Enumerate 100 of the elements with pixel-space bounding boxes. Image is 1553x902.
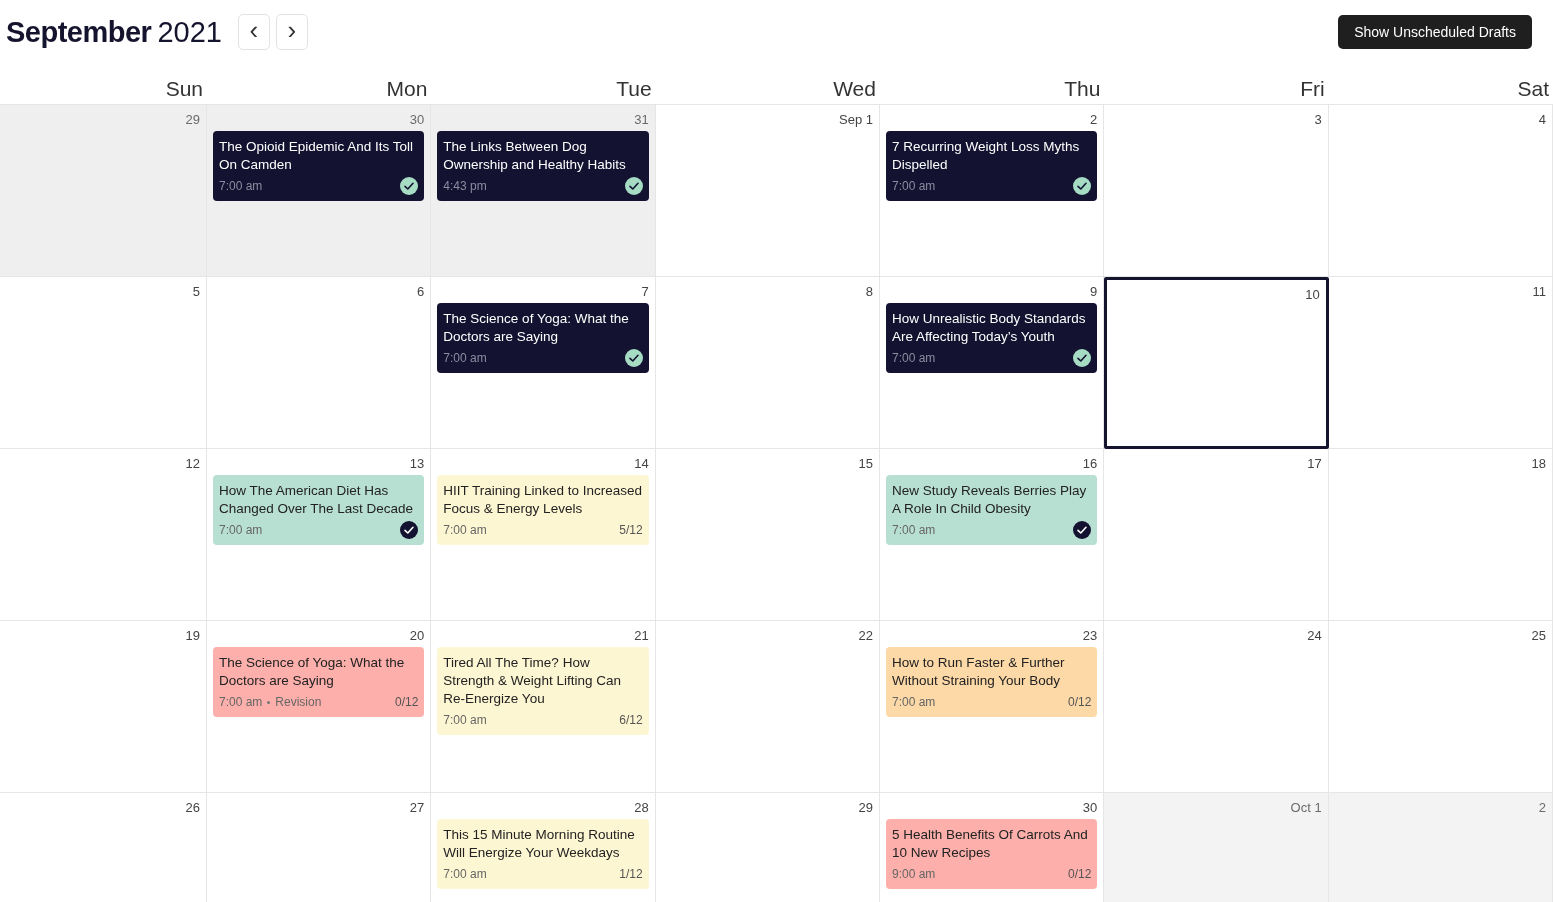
day-cell[interactable]: 23 How to Run Faster & Further Without Straining Your Body 7:00 am 0/12 xyxy=(880,621,1105,793)
weekday-label: Sat xyxy=(1517,77,1549,101)
post-card[interactable]: 5 Health Benefits Of Carrots And 10 New Recipes 9:00 am 0/12 xyxy=(886,819,1098,889)
day-cell[interactable]: 6 xyxy=(207,277,432,449)
day-number: 11 xyxy=(1532,284,1546,298)
post-title: 7 Recurring Weight Loss Myths Dispelled xyxy=(892,138,1081,174)
day-cell[interactable]: 9 How Unrealistic Body Standards Are Affecting Today’s Youth 7:00 am xyxy=(880,277,1105,449)
day-cell[interactable]: 3 xyxy=(1104,105,1329,277)
day-cell[interactable]: 19 xyxy=(0,621,207,793)
show-unscheduled-drafts-button[interactable]: Show Unscheduled Drafts xyxy=(1338,15,1532,49)
day-cell[interactable]: 14 HIIT Training Linked to Increased Focus & Energy Levels 7:00 am 5/12 xyxy=(431,449,656,621)
post-time: 7:00 am xyxy=(443,866,487,883)
day-cell[interactable]: 13 How The American Diet Has Changed Over The Last Decade 7:00 am xyxy=(207,449,432,621)
day-number: 12 xyxy=(185,456,200,470)
next-month-button[interactable]: › xyxy=(275,14,308,50)
day-cell[interactable]: 20 The Science of Yoga: What the Doctors are Saying 7:00 am Revision 0/12 xyxy=(207,621,432,793)
post-title: The Opioid Epidemic And Its Toll On Camden xyxy=(219,138,415,174)
day-cell[interactable]: 16 New Study Reveals Berries Play A Role In Child Obesity 7:00 am xyxy=(880,449,1105,621)
day-number: 21 xyxy=(634,628,649,642)
day-number: 14 xyxy=(634,456,649,470)
post-card[interactable]: The Science of Yoga: What the Doctors are Saying 7:00 am xyxy=(437,303,649,373)
day-number: 15 xyxy=(858,456,873,470)
post-card[interactable]: New Study Reveals Berries Play A Role In Child Obesity 7:00 am xyxy=(886,475,1098,545)
post-card[interactable]: The Links Between Dog Ownership and Healthy Habits 4:43 pm xyxy=(437,131,649,201)
day-cell[interactable]: 8 xyxy=(655,277,880,449)
day-cell[interactable]: Sep 1 xyxy=(655,105,880,277)
post-progress: 0/12 xyxy=(394,694,419,711)
weekday-label: Thu xyxy=(1064,77,1101,101)
post-card[interactable]: This 15 Minute Morning Routine Will Energize Your Weekdays 7:00 am 1/12 xyxy=(437,819,649,889)
day-number: 5 xyxy=(192,284,200,298)
day-cell[interactable]: 2 7 Recurring Weight Loss Myths Dispelled 7:00 am xyxy=(880,105,1105,277)
post-card[interactable]: How Unrealistic Body Standards Are Affecting Today’s Youth 7:00 am xyxy=(886,303,1098,373)
previous-month-button[interactable]: ‹ xyxy=(237,14,270,50)
day-cell[interactable]: 15 xyxy=(655,449,880,621)
day-cell[interactable]: Oct 1 xyxy=(1104,793,1329,902)
day-cell[interactable]: 11 xyxy=(1328,277,1553,449)
post-time: 7:00 am xyxy=(443,350,487,367)
day-number: 31 xyxy=(634,112,649,126)
day-number: 7 xyxy=(641,284,649,298)
day-cell[interactable]: 18 xyxy=(1328,449,1553,621)
day-cell[interactable]: 5 xyxy=(0,277,207,449)
post-title: Tired All The Time? How Strength & Weight Lifting Can Re-Energize You xyxy=(443,654,622,708)
day-cell[interactable]: 21 Tired All The Time? How Strength & Weight Lifting Can Re-Energize You 7:00 am 6/12 xyxy=(431,621,656,793)
post-progress: 1/12 xyxy=(619,866,643,883)
post-time: 7:00 am xyxy=(443,522,487,539)
day-cell[interactable]: 4 xyxy=(1328,105,1553,277)
weekday-label: Tue xyxy=(616,77,652,101)
post-time: 7:00 am xyxy=(219,694,263,711)
day-number: 8 xyxy=(865,284,873,298)
post-title: HIIT Training Linked to Increased Focus & Energy Levels xyxy=(443,482,643,518)
day-number: 29 xyxy=(185,112,200,126)
post-time: 7:00 am xyxy=(219,178,263,195)
day-number: 3 xyxy=(1314,112,1322,126)
post-title: The Science of Yoga: What the Doctors are Saying xyxy=(443,310,630,346)
post-time: 4:43 pm xyxy=(443,178,487,195)
day-cell[interactable]: 7 The Science of Yoga: What the Doctors are Saying 7:00 am xyxy=(431,277,656,449)
post-card[interactable]: How The American Diet Has Changed Over The Last Decade 7:00 am xyxy=(213,475,425,545)
day-cell[interactable]: 24 xyxy=(1104,621,1329,793)
day-number: 24 xyxy=(1307,628,1322,642)
post-time: 7:00 am xyxy=(219,522,263,539)
post-time: 9:00 am xyxy=(892,866,936,883)
day-number: 2 xyxy=(1538,800,1546,814)
day-number: 27 xyxy=(409,800,425,814)
post-card[interactable]: HIIT Training Linked to Increased Focus & Energy Levels 7:00 am 5/12 xyxy=(437,475,649,545)
post-time: 7:00 am xyxy=(892,694,936,711)
post-title: New Study Reveals Berries Play A Role In Child Obesity xyxy=(892,482,1088,518)
post-title: 5 Health Benefits Of Carrots And 10 New Recipes xyxy=(892,826,1089,862)
day-cell[interactable]: 25 xyxy=(1328,621,1553,793)
day-number: 10 xyxy=(1305,287,1320,301)
day-number: 19 xyxy=(185,628,200,642)
day-number: 16 xyxy=(1082,456,1098,470)
day-number: 30 xyxy=(1082,800,1098,814)
day-cell[interactable]: 30 The Opioid Epidemic And Its Toll On Camden 7:00 am xyxy=(207,105,432,277)
day-cell[interactable]: 29 xyxy=(0,105,207,277)
day-number: Oct 1 xyxy=(1290,800,1322,814)
day-number: 26 xyxy=(185,800,200,814)
post-card[interactable]: The Opioid Epidemic And Its Toll On Camden 7:00 am xyxy=(213,131,425,201)
post-title: How The American Diet Has Changed Over The Last Decade xyxy=(219,482,415,518)
post-card[interactable]: How to Run Faster & Further Without Straining Your Body 7:00 am 0/12 xyxy=(886,647,1098,717)
day-cell[interactable]: 2 xyxy=(1328,793,1553,902)
day-number: 17 xyxy=(1307,456,1322,470)
weekday-label: Wed xyxy=(833,77,876,101)
month-title: September xyxy=(6,15,152,49)
post-card[interactable]: Tired All The Time? How Strength & Weight Lifting Can Re-Energize You 7:00 am 6/12 xyxy=(437,647,649,735)
day-cell[interactable]: 17 xyxy=(1104,449,1329,621)
day-number: 30 xyxy=(409,112,425,126)
day-number: 18 xyxy=(1531,456,1546,470)
day-cell[interactable]: 31 The Links Between Dog Ownership and Healthy Habits 4:43 pm xyxy=(431,105,656,277)
post-time: 7:00 am xyxy=(892,350,936,367)
post-title: The Science of Yoga: What the Doctors are Saying xyxy=(219,654,406,690)
day-cell[interactable]: 12 xyxy=(0,449,207,621)
post-card[interactable]: The Science of Yoga: What the Doctors are Saying 7:00 am Revision 0/12 xyxy=(213,647,425,717)
post-card[interactable]: 7 Recurring Weight Loss Myths Dispelled 7:00 am xyxy=(886,131,1098,201)
post-note: Revision xyxy=(275,694,322,711)
weekday-label: Fri xyxy=(1300,77,1325,101)
weekday-label: Mon xyxy=(386,77,428,101)
today-cell[interactable]: 10 xyxy=(1104,277,1329,449)
day-number: 20 xyxy=(409,628,425,642)
separator-dot xyxy=(267,700,271,704)
day-cell[interactable]: 22 xyxy=(655,621,880,793)
